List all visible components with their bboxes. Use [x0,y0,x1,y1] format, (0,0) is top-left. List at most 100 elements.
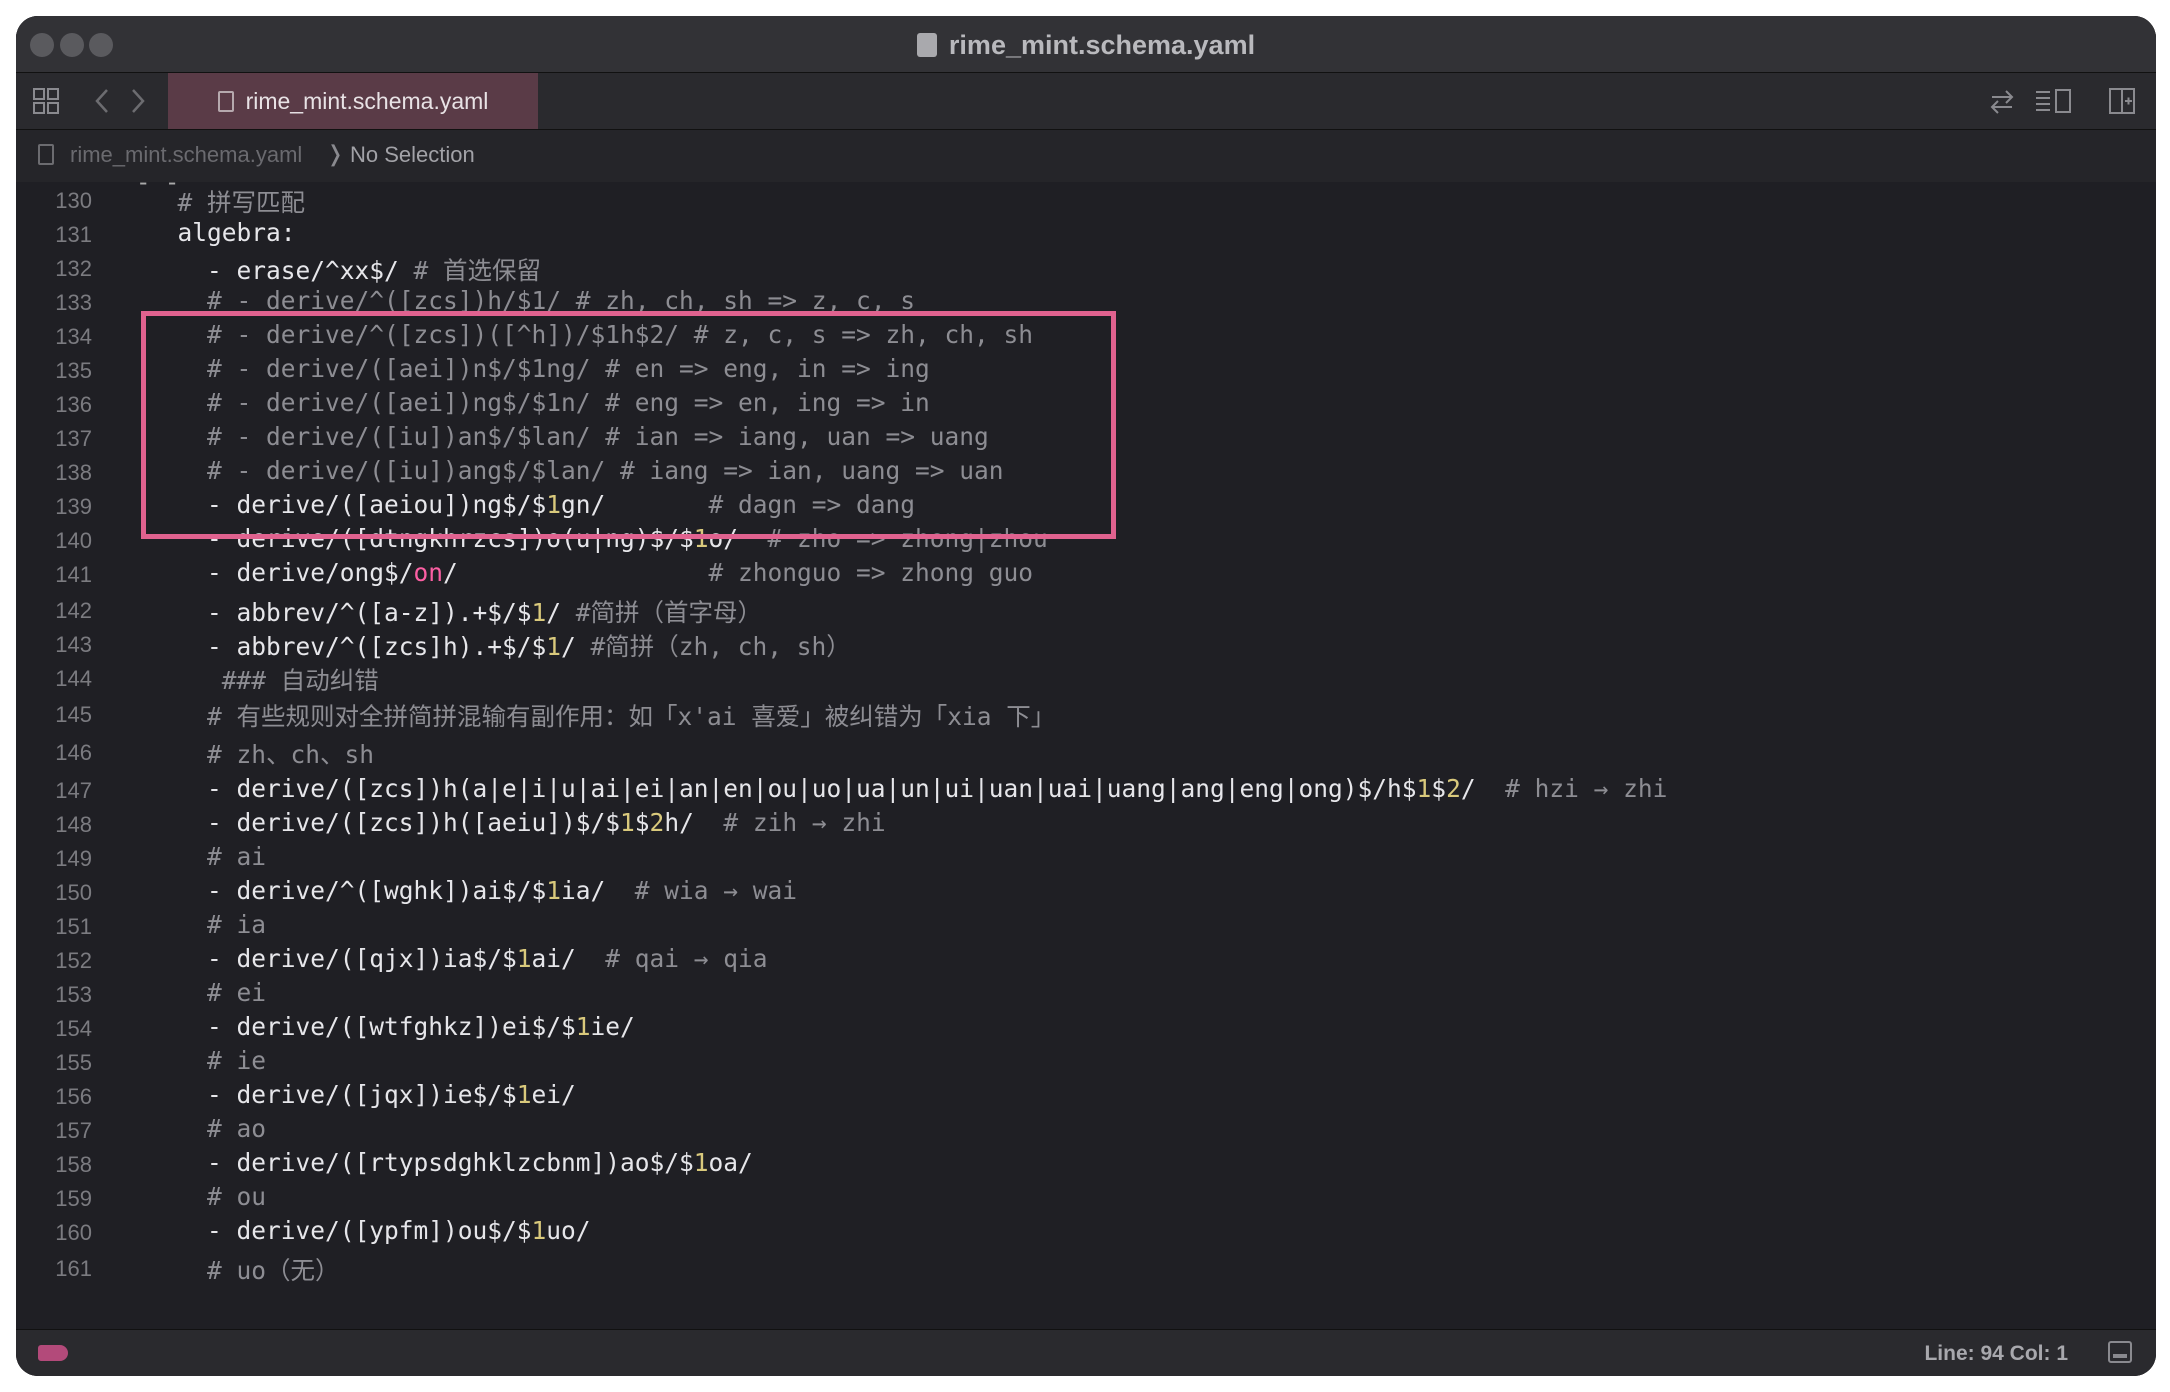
code-line[interactable]: 143 - abbrev/^([zcs]h).+$/$1/ #简拼（zh, ch… [16,626,2156,661]
line-number: 155 [55,1050,92,1075]
line-number: 150 [55,880,92,905]
back-chevron-icon[interactable] [92,87,112,120]
code-text: - derive/([zcs])h(a|e|i|u|ai|ei|an|en|ou… [148,774,1668,803]
document-icon [217,90,234,112]
forward-chevron-icon[interactable] [128,87,148,120]
line-number: 149 [55,846,92,871]
code-line[interactable]: 137 # - derive/([iu])an$/$lan/ # ian => … [16,420,2156,454]
line-number: 145 [55,702,92,727]
code-text: # - derive/([aei])ng$/$1n/ # eng => en, … [148,388,930,417]
code-line[interactable]: 155 # ie [16,1044,2156,1078]
code-line[interactable]: 149 # ai [16,840,2156,874]
code-text: # zh、ch、sh [148,740,375,769]
breadcrumb-selection[interactable]: No Selection [350,142,475,168]
code-line[interactable]: 139 - derive/([aeiou])ng$/$1gn/ # dagn =… [16,488,2156,522]
code-text: # ia [148,910,267,939]
code-text: - derive/ong$/on/ # zhonguo => zhong guo [148,558,1034,587]
code-text: - derive/([jqx])ie$/$1ei/ [148,1080,576,1109]
code-text: - derive/^([wghk])ai$/$1ia/ # wia → wai [148,876,798,905]
code-line[interactable]: 152 - derive/([qjx])ia$/$1ai/ # qai → qi… [16,942,2156,976]
code-line[interactable]: 154 - derive/([wtfghkz])ei$/$1ie/ [16,1010,2156,1044]
code-text: # 拼写匹配 [148,188,306,217]
line-number: 161 [55,1256,92,1281]
line-number: 147 [55,778,92,803]
grid-icon[interactable] [32,87,60,120]
code-text: - derive/([rtypsdghklzcbnm])ao$/$1oa/ [148,1148,753,1177]
swap-arrows-icon[interactable] [1988,87,2016,120]
code-line[interactable]: 156 - derive/([jqx])ie$/$1ei/ [16,1078,2156,1112]
code-line[interactable]: 138 # - derive/([iu])ang$/$lan/ # iang =… [16,454,2156,488]
line-number: 153 [55,982,92,1007]
code-text: # 有些规则对全拼简拼混输有副作用：如「x'ai 喜爱」被纠错为「xia 下」 [148,702,1056,731]
line-number: 156 [55,1084,92,1109]
tab-rime-mint-schema[interactable]: rime_mint.schema.yaml [168,73,538,129]
line-number: 146 [55,740,92,765]
code-line[interactable]: 147 - derive/([zcs])h(a|e|i|u|ai|ei|an|e… [16,772,2156,806]
cursor-position[interactable]: Line: 94 Col: 1 [1924,1342,2068,1366]
code-text: - derive/([wtfghkz])ei$/$1ie/ [148,1012,635,1041]
code-text: - derive/([zcs])h([aeiu])$/$1$2h/ # zih … [148,808,886,837]
line-number: 134 [55,324,92,349]
code-line[interactable]: 160 - derive/([ypfm])ou$/$1uo/ [16,1214,2156,1248]
line-number: 138 [55,460,92,485]
code-line[interactable]: 146 # zh、ch、sh [16,734,2156,769]
code-line[interactable]: 157 # ao [16,1112,2156,1146]
code-line[interactable]: 144 ### 自动纠错 [16,660,2156,695]
debug-area-toggle-icon[interactable] [2108,1341,2132,1363]
code-line[interactable]: 134 # - derive/^([zcs])([^h])/$1h$2/ # z… [16,318,2156,352]
line-number: 131 [55,222,92,247]
title-bar: rime_mint.schema.yaml [16,16,2156,73]
code-line[interactable]: 151 # ia [16,908,2156,942]
document-icon [916,33,937,57]
code-line[interactable]: 131 algebra: [16,216,2156,250]
code-line[interactable]: 150 - derive/^([wghk])ai$/$1ia/ # wia → … [16,874,2156,908]
code-text: # ao [148,1114,267,1143]
code-editor[interactable]: - - 130 # 拼写匹配 131 algebra: 132 - erase/^x… [16,182,2156,1330]
code-text: # ei [148,978,267,1007]
split-view-icon[interactable] [2034,87,2074,120]
code-text: # uo（无） [148,1256,340,1285]
code-text: - derive/([aeiou])ng$/$1gn/ # dagn => da… [148,490,916,519]
line-number: 140 [55,528,92,553]
line-number: 139 [55,494,92,519]
code-line[interactable]: 141 - derive/ong$/on/ # zhonguo => zhong… [16,556,2156,590]
code-line[interactable]: 148 - derive/([zcs])h([aeiu])$/$1$2h/ # … [16,806,2156,840]
line-number: 143 [55,632,92,657]
code-line[interactable]: 145 # 有些规则对全拼简拼混输有副作用：如「x'ai 喜爱」被纠错为「xia… [16,696,2156,731]
code-text: - abbrev/^([a-z]).+$/$1/ #简拼（首字母） [148,598,763,627]
code-line[interactable]: 159 # ou [16,1180,2156,1214]
line-number: 154 [55,1016,92,1041]
line-number: 159 [55,1186,92,1211]
code-line[interactable]: 135 # - derive/([aei])n$/$1ng/ # en => e… [16,352,2156,386]
editor-window: rime_mint.schema.yaml rime_mint.schema.y… [16,16,2156,1376]
tag-icon[interactable] [38,1345,68,1361]
add-editor-icon[interactable] [2108,87,2136,120]
code-line[interactable]: 161 # uo（无） [16,1250,2156,1285]
code-line[interactable]: 153 # ei [16,976,2156,1010]
code-text: - derive/([ypfm])ou$/$1uo/ [148,1216,591,1245]
code-line[interactable]: 140 - derive/([dtngkhrzcs])o(u|ng)$/$1o/… [16,522,2156,556]
code-line[interactable]: 142 - abbrev/^([a-z]).+$/$1/ #简拼（首字母） [16,592,2156,627]
code-text: # ie [148,1046,267,1075]
code-text: - derive/([dtngkhrzcs])o(u|ng)$/$1o/ # z… [148,524,1048,553]
code-line[interactable]: 133 # - derive/^([zcs])h/$1/ # zh, ch, s… [16,284,2156,318]
code-text: # ou [148,1182,267,1211]
code-text: - erase/^xx$/ # 首选保留 [148,256,542,285]
tab-label: rime_mint.schema.yaml [245,87,489,114]
code-line[interactable]: 130 # 拼写匹配 [16,182,2156,217]
window-title-text: rime_mint.schema.yaml [948,30,1256,60]
window-title: rime_mint.schema.yaml [16,30,2156,61]
breadcrumb-file[interactable]: rime_mint.schema.yaml [70,142,302,168]
line-number: 160 [55,1220,92,1245]
line-number: 152 [55,948,92,973]
code-line[interactable]: 132 - erase/^xx$/ # 首选保留 [16,250,2156,285]
code-text: - derive/([qjx])ia$/$1ai/ # qai → qia [148,944,768,973]
line-number: 133 [55,290,92,315]
line-number: 144 [55,666,92,691]
line-number: 148 [55,812,92,837]
code-line[interactable]: 158 - derive/([rtypsdghklzcbnm])ao$/$1oa… [16,1146,2156,1180]
line-number: 157 [55,1118,92,1143]
code-line[interactable]: 136 # - derive/([aei])ng$/$1n/ # eng => … [16,386,2156,420]
code-text: # ai [148,842,267,871]
status-bar: Line: 94 Col: 1 [16,1329,2156,1376]
